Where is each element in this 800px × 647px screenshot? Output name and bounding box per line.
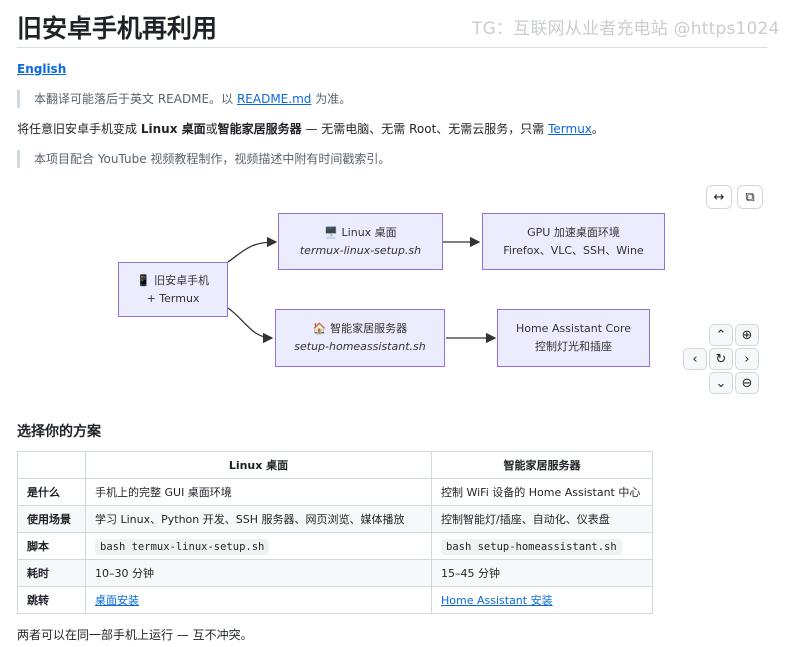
row-label: 是什么 [17, 478, 86, 506]
node-linux-script: termux-linux-setup.sh [299, 243, 422, 257]
footnote: 两者可以在同一部手机上运行 — 互不冲突。 [17, 628, 253, 642]
readme-link[interactable]: README.md [237, 92, 311, 106]
node-gpu-title: GPU 加速桌面环境 [527, 225, 620, 239]
node-linux-label: Linux 桌面 [341, 225, 397, 239]
pan-right-button[interactable]: › [735, 348, 759, 370]
table-header-corner [17, 451, 86, 479]
node-smart-home: 🏠 智能家居服务器 setup-homeassistant.sh [275, 309, 445, 367]
node-phone-title: 📱 旧安卓手机 [137, 272, 209, 290]
cell-linux: 桌面安装 [85, 586, 432, 614]
desktop-install-link[interactable]: 桌面安装 [95, 594, 139, 607]
cell-server: 15–45 分钟 [431, 559, 653, 587]
watermark: TG：互联网从业者充电站 @https1024 [472, 19, 780, 39]
pan-up-button[interactable]: ⌃ [709, 324, 733, 346]
server-script-command: bash setup-homeassistant.sh [441, 538, 622, 555]
linux-script-command: bash termux-linux-setup.sh [95, 538, 270, 555]
table-header-linux: Linux 桌面 [85, 451, 432, 479]
table-row: 是什么 手机上的完整 GUI 桌面环境 控制 WiFi 设备的 Home Ass… [17, 478, 653, 506]
table-header-server: 智能家居服务器 [431, 451, 653, 479]
zoom-in-button[interactable]: ⊕ [735, 324, 759, 346]
termux-link[interactable]: Termux [548, 122, 592, 136]
intro-paragraph: 将任意旧安卓手机变成 Linux 桌面或智能家居服务器 — 无需电脑、无需 Ro… [17, 120, 604, 138]
table-row: 脚本 bash termux-linux-setup.sh bash setup… [17, 532, 653, 560]
row-label: 使用场景 [17, 505, 86, 533]
row-label: 脚本 [17, 532, 86, 560]
node-gpu-desktop: GPU 加速桌面环境 Firefox、VLC、SSH、Wine [482, 213, 665, 270]
intro-or: 或 [205, 122, 218, 136]
intro-suffix: 。 [591, 122, 604, 136]
table-row: 跳转 桌面安装 Home Assistant 安装 [17, 586, 653, 614]
node-linux-title: 🖥️ Linux 桌面 [324, 224, 396, 242]
expand-diagram-button[interactable]: ↔ [706, 185, 732, 209]
house-icon: 🏠 [312, 322, 327, 335]
ha-install-link[interactable]: Home Assistant 安装 [441, 594, 553, 607]
page-title: 旧安卓手机再利用 [17, 14, 218, 43]
translation-note-prefix: 本翻译可能落后于英文 README。以 [34, 92, 234, 106]
cell-server: Home Assistant 安装 [431, 586, 653, 614]
node-smarthome-title: 🏠 智能家居服务器 [313, 320, 407, 338]
intro-middle: — 无需电脑、无需 Root、无需云服务，只需 [301, 122, 545, 136]
pan-down-button[interactable]: ⌄ [709, 372, 733, 394]
cell-server: bash setup-homeassistant.sh [431, 532, 653, 560]
node-ha-title: Home Assistant Core [515, 322, 632, 335]
section-title: 选择你的方案 [17, 424, 101, 440]
row-label: 跳转 [17, 586, 86, 614]
cell-server: 控制智能灯/插座、自动化、仪表盘 [431, 505, 653, 533]
copy-diagram-button[interactable]: ⧉ [737, 185, 763, 209]
cell-linux: bash termux-linux-setup.sh [85, 532, 432, 560]
zoom-out-button[interactable]: ⊖ [735, 372, 759, 394]
intro-prefix: 将任意旧安卓手机变成 [17, 122, 138, 136]
reset-view-button[interactable]: ↻ [709, 348, 733, 370]
node-phone: 📱 旧安卓手机 + Termux [118, 262, 228, 317]
edge-phone-linux [227, 236, 278, 263]
plan-comparison-table: Linux 桌面 智能家居服务器 是什么 手机上的完整 GUI 桌面环境 控制 … [17, 451, 653, 614]
table-row: 耗时 10–30 分钟 15–45 分钟 [17, 559, 653, 587]
title-divider [17, 47, 767, 48]
intro-linux: Linux 桌面 [140, 122, 206, 136]
phone-icon: 📱 [136, 273, 151, 287]
cell-linux: 学习 Linux、Python 开发、SSH 服务器、网页浏览、媒体播放 [85, 505, 432, 533]
english-language-link[interactable]: English [17, 62, 66, 76]
pan-left-button[interactable]: ‹ [683, 348, 707, 370]
cell-linux: 手机上的完整 GUI 桌面环境 [85, 478, 432, 506]
node-smarthome-script: setup-homeassistant.sh [294, 340, 426, 353]
desktop-icon: 🖥️ [324, 225, 339, 239]
node-smarthome-label: 智能家居服务器 [330, 322, 408, 335]
node-gpu-apps: Firefox、VLC、SSH、Wine [503, 243, 644, 257]
node-ha-desc: 控制灯光和插座 [535, 340, 612, 353]
flow-diagram: ↔ ⧉ 📱 旧安卓手机 + Termux 🖥️ Linux 桌面 termux-… [0, 180, 800, 400]
translation-note: 本翻译可能落后于英文 README。以 README.md 为准。 [17, 90, 351, 108]
youtube-note: 本项目配合 YouTube 视频教程制作，视频描述中附有时间戳索引。 [17, 150, 390, 168]
cell-linux: 10–30 分钟 [85, 559, 432, 587]
cell-server: 控制 WiFi 设备的 Home Assistant 中心 [431, 478, 653, 506]
edge-phone-smarthome [227, 307, 274, 344]
node-phone-sub: + Termux [146, 291, 200, 305]
node-linux-desktop: 🖥️ Linux 桌面 termux-linux-setup.sh [278, 213, 443, 270]
node-phone-label: 旧安卓手机 [154, 273, 210, 287]
table-row: 使用场景 学习 Linux、Python 开发、SSH 服务器、网页浏览、媒体播… [17, 505, 653, 533]
row-label: 耗时 [17, 559, 86, 587]
table-header-row: Linux 桌面 智能家居服务器 [17, 451, 653, 479]
intro-server: 智能家居服务器 [217, 122, 302, 136]
node-home-assistant: Home Assistant Core 控制灯光和插座 [497, 309, 650, 367]
translation-note-suffix: 为准。 [315, 92, 352, 106]
